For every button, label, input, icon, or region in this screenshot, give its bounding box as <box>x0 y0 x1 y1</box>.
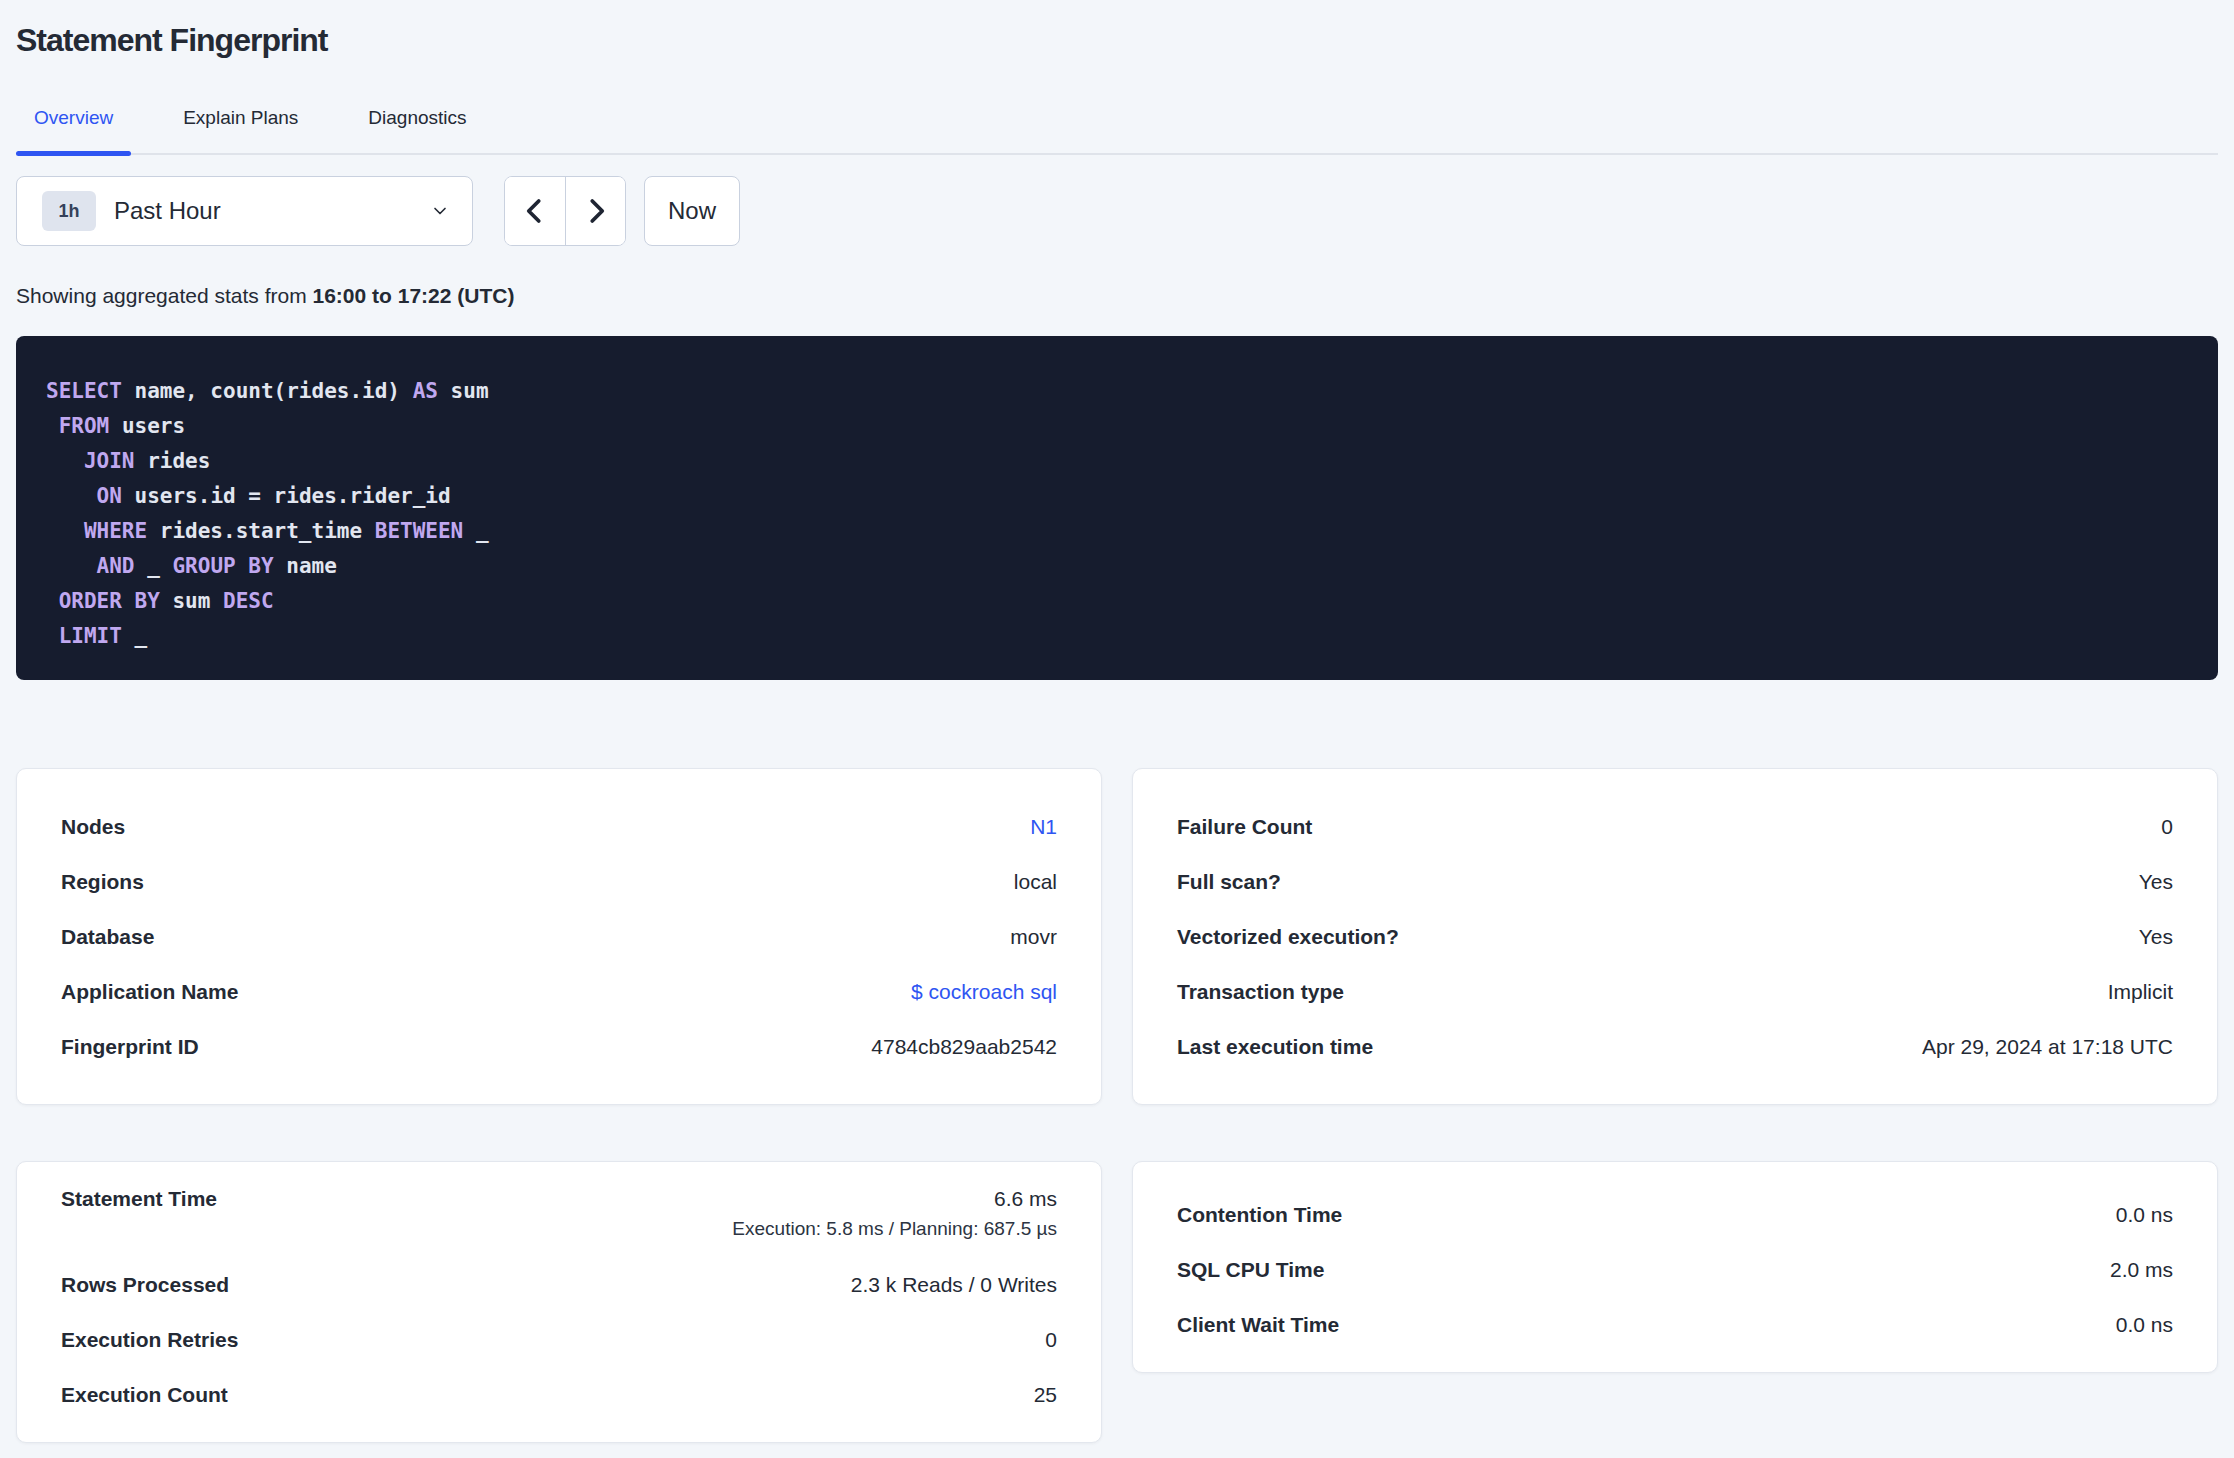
time-range-badge: 1h <box>42 191 96 231</box>
sql-line: LIMIT _ <box>46 619 2188 654</box>
tab-diagnostics[interactable]: Diagnostics <box>350 107 484 153</box>
statement-fingerprint-page: Statement Fingerprint Overview Explain P… <box>0 0 2234 1443</box>
tab-explain-plans[interactable]: Explain Plans <box>165 107 316 153</box>
sql-line: FROM users <box>46 409 2188 444</box>
wait-row-sql-cpu-time: SQL CPU Time 2.0 ms <box>1177 1242 2173 1297</box>
sql-line: AND _ GROUP BY name <box>46 549 2188 584</box>
time-controls: 1h Past Hour Now <box>16 176 2218 246</box>
aggregated-stats-line: Showing aggregated stats from 16:00 to 1… <box>16 284 2218 308</box>
chevron-right-icon <box>581 196 611 226</box>
detail-row-nodes: Nodes N1 <box>61 799 1057 854</box>
attr-row-vectorized: Vectorized execution? Yes <box>1177 909 2173 964</box>
tab-overview[interactable]: Overview <box>16 107 131 153</box>
chevron-left-icon <box>520 196 550 226</box>
sql-line: SELECT name, count(rides.id) AS sum <box>46 374 2188 409</box>
page-title: Statement Fingerprint <box>16 0 2218 60</box>
statement-details-card: Nodes N1 Regions local Database movr App… <box>16 768 1102 1105</box>
stats-prefix: Showing aggregated stats from <box>16 284 313 307</box>
wait-row-contention-time: Contention Time 0.0 ns <box>1177 1187 2173 1242</box>
detail-row-fingerprint-id: Fingerprint ID 4784cb829aab2542 <box>61 1019 1057 1074</box>
sql-line: ORDER BY sum DESC <box>46 584 2188 619</box>
next-time-button[interactable] <box>565 177 625 245</box>
application-name-link[interactable]: $ cockroach sql <box>911 980 1057 1004</box>
statement-timing-card: Statement Time 6.6 ms Execution: 5.8 ms … <box>16 1161 1102 1443</box>
detail-row-database: Database movr <box>61 909 1057 964</box>
attr-row-full-scan: Full scan? Yes <box>1177 854 2173 909</box>
attr-row-transaction-type: Transaction type Implicit <box>1177 964 2173 1019</box>
wait-times-card: Contention Time 0.0 ns SQL CPU Time 2.0 … <box>1132 1161 2218 1373</box>
time-range-label: Past Hour <box>114 197 430 225</box>
prev-time-button[interactable] <box>505 177 565 245</box>
timing-row-statement-time: Statement Time 6.6 ms Execution: 5.8 ms … <box>61 1187 1057 1257</box>
nodes-link[interactable]: N1 <box>1030 815 1057 839</box>
statement-time-breakdown: Execution: 5.8 ms / Planning: 687.5 µs <box>732 1218 1057 1240</box>
sql-statement-box: SELECT name, count(rides.id) AS sum FROM… <box>16 336 2218 680</box>
wait-row-client-wait-time: Client Wait Time 0.0 ns <box>1177 1297 2173 1352</box>
time-range-dropdown[interactable]: 1h Past Hour <box>16 176 473 246</box>
detail-row-regions: Regions local <box>61 854 1057 909</box>
timing-row-execution-count: Execution Count 25 <box>61 1367 1057 1422</box>
time-nav-group <box>504 176 626 246</box>
attr-row-last-execution: Last execution time Apr 29, 2024 at 17:1… <box>1177 1019 2173 1074</box>
timing-row-execution-retries: Execution Retries 0 <box>61 1312 1057 1367</box>
attr-row-failure-count: Failure Count 0 <box>1177 799 2173 854</box>
sql-line: JOIN rides <box>46 444 2188 479</box>
detail-row-application-name: Application Name $ cockroach sql <box>61 964 1057 1019</box>
chevron-down-icon <box>430 201 450 221</box>
sql-line: WHERE rides.start_time BETWEEN _ <box>46 514 2188 549</box>
tab-bar: Overview Explain Plans Diagnostics <box>16 107 2218 155</box>
timing-row-rows-processed: Rows Processed 2.3 k Reads / 0 Writes <box>61 1257 1057 1312</box>
stats-range: 16:00 to 17:22 (UTC) <box>313 284 515 307</box>
execution-attributes-card: Failure Count 0 Full scan? Yes Vectorize… <box>1132 768 2218 1105</box>
sql-line: ON users.id = rides.rider_id <box>46 479 2188 514</box>
now-button[interactable]: Now <box>644 176 740 246</box>
